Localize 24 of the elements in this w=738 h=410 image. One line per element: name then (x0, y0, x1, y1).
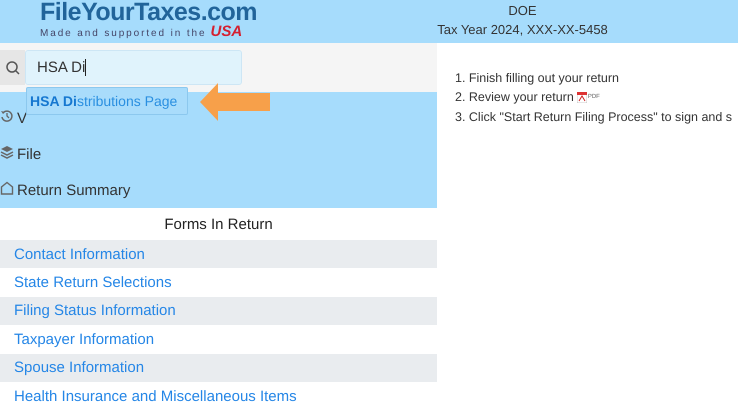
pointer-arrow (200, 83, 270, 121)
search-field[interactable]: HSA Di (25, 50, 242, 85)
logo-country: USA (210, 25, 242, 39)
step-text: 2. Review your return (455, 90, 574, 104)
nav-item[interactable]: V (17, 110, 28, 126)
taxpayer-name: DOE (508, 3, 537, 18)
search-icon[interactable] (0, 50, 25, 85)
form-link[interactable]: Taxpayer Information (14, 330, 154, 348)
layers-icon (0, 145, 14, 159)
nav-item[interactable]: Return Summary (17, 182, 130, 198)
logo-tagline: Made and supported in the (40, 28, 206, 39)
form-link[interactable]: State Return Selections (14, 274, 172, 292)
forms-heading: Forms In Return (163, 214, 274, 234)
step-text: 1. Finish filling out your return (455, 70, 619, 85)
search-suggestion[interactable]: HSA Distributions Page (26, 87, 188, 115)
tax-year-info: Tax Year 2024, XXX-XX-5458 (437, 22, 608, 37)
form-link[interactable]: Health Insurance and Miscellaneous Items (14, 388, 297, 405)
form-link[interactable]: Contact Information (14, 246, 145, 263)
home-icon (0, 181, 14, 195)
nav-item[interactable]: File (17, 146, 42, 162)
history-icon (0, 109, 14, 123)
form-link[interactable]: Spouse Information (14, 359, 144, 376)
step-text: 3. Click "Start Return Filing Process" to sign and s (455, 110, 732, 124)
site-logo[interactable]: FileYourTaxes.com (40, 0, 258, 25)
